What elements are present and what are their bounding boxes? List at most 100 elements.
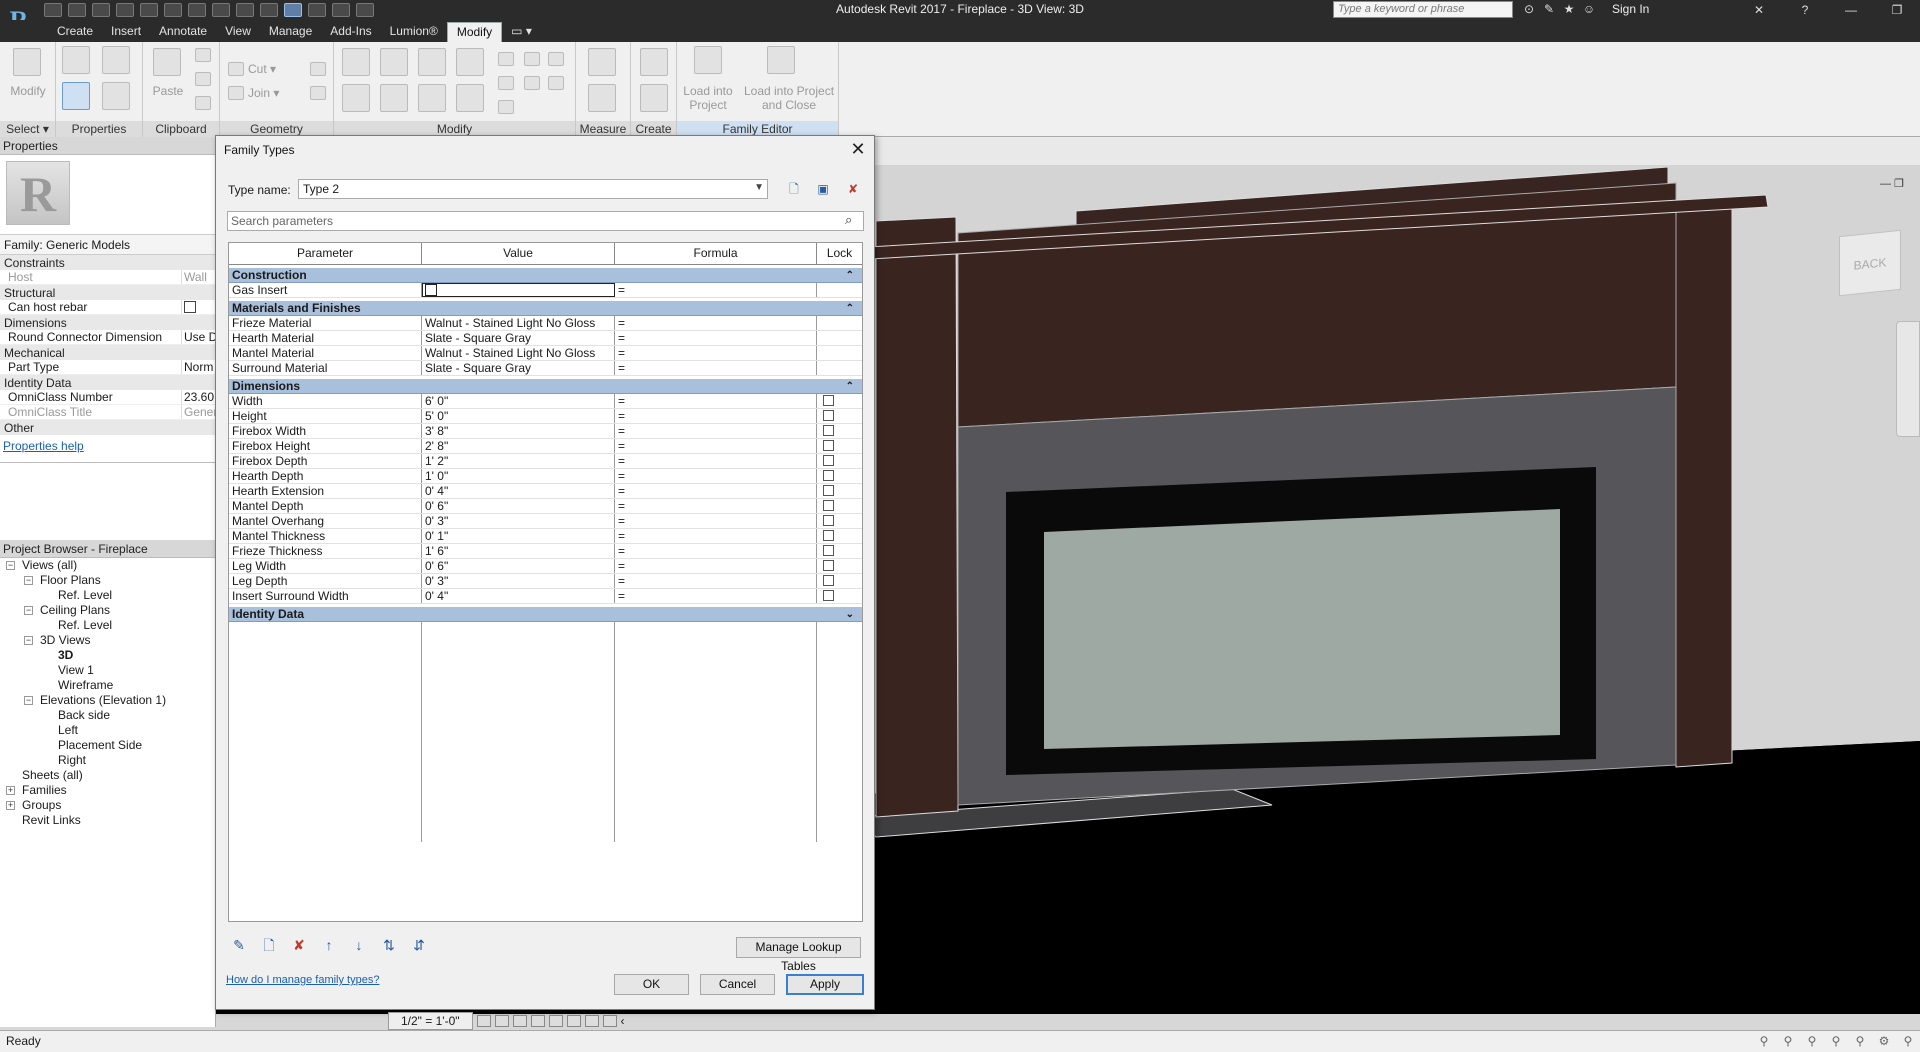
modify-button-label[interactable]: Modify	[0, 84, 56, 98]
browser-item[interactable]: Wireframe	[0, 678, 216, 693]
parameter-value[interactable]: 0' 6"	[422, 499, 615, 513]
prop-group-dimensions[interactable]: Dimensions	[0, 315, 215, 330]
parameter-formula[interactable]: =	[615, 574, 817, 588]
rotate-icon[interactable]	[418, 84, 446, 112]
lock-checkbox[interactable]	[823, 515, 834, 526]
parameter-value[interactable]: 0' 3"	[422, 514, 615, 528]
parameter-group-header[interactable]: Materials and Finishes ⌃	[229, 301, 862, 316]
family-types-icon[interactable]	[62, 46, 90, 74]
parameter-value[interactable]: 3' 8"	[422, 424, 615, 438]
family-category-icon[interactable]	[102, 46, 130, 74]
apply-button[interactable]: Apply	[786, 974, 864, 995]
background-processes-icon[interactable]: ⚙	[1876, 1034, 1892, 1048]
prop-value[interactable]: Norm	[182, 360, 215, 374]
search-parameters-input[interactable]: Search parameters ⌕	[227, 211, 864, 231]
prop-group-identity[interactable]: Identity Data	[0, 375, 215, 390]
offset-icon[interactable]	[380, 48, 408, 76]
collapse-icon[interactable]: −	[24, 606, 33, 615]
tab-annotate[interactable]: Annotate	[150, 22, 216, 42]
lock-checkbox[interactable]	[823, 425, 834, 436]
modify-cursor-icon[interactable]	[13, 48, 41, 76]
parameter-formula[interactable]: =	[615, 424, 817, 438]
type-properties-icon[interactable]	[102, 82, 130, 110]
prop-value[interactable]: 23.60.	[182, 390, 215, 404]
manage-lookup-tables-button[interactable]: Manage Lookup Tables	[736, 937, 861, 973]
browser-item[interactable]: Sheets (all)	[0, 768, 216, 783]
dimension-icon[interactable]	[588, 84, 616, 112]
load-into-project-close-label[interactable]: Load into Project and Close	[739, 84, 839, 112]
browser-item[interactable]: Right	[0, 753, 216, 768]
visual-style-icon[interactable]	[494, 1015, 509, 1027]
show-crop-region-icon[interactable]	[566, 1015, 581, 1027]
drag-elements-icon[interactable]: ⚲	[1852, 1034, 1868, 1048]
lock-checkbox[interactable]	[823, 470, 834, 481]
parameter-group-header[interactable]: Identity Data ⌄	[229, 607, 862, 622]
prop-group-mechanical[interactable]: Mechanical	[0, 345, 215, 360]
parameter-formula[interactable]: =	[615, 589, 817, 603]
parameter-formula[interactable]: =	[615, 559, 817, 573]
properties-help-link[interactable]: Properties help	[0, 435, 215, 463]
viewcube[interactable]: BACK	[1839, 229, 1901, 297]
delete-type-icon[interactable]: ✘	[843, 180, 863, 198]
pin-icon[interactable]	[524, 52, 540, 66]
parameter-formula[interactable]: =	[615, 484, 817, 498]
lock-checkbox[interactable]	[823, 530, 834, 541]
paste-label[interactable]: Paste	[143, 84, 193, 98]
subscription-icon[interactable]: ✎	[1542, 2, 1556, 16]
align-icon[interactable]	[342, 48, 370, 76]
rename-type-icon[interactable]: ▣	[813, 180, 833, 198]
lock-checkbox[interactable]	[823, 560, 834, 571]
parameter-value[interactable]: 1' 2"	[422, 454, 615, 468]
type-name-dropdown[interactable]: Type 2 ▼	[298, 179, 768, 199]
select-links-icon[interactable]: ⚲	[1756, 1034, 1772, 1048]
shadows-icon[interactable]	[530, 1015, 545, 1027]
parameter-formula[interactable]: =	[615, 409, 817, 423]
expand-icon[interactable]: +	[6, 786, 15, 795]
scale-icon[interactable]	[498, 100, 514, 114]
parameter-group-header[interactable]: Construction ⌃	[229, 268, 862, 283]
delete-icon[interactable]	[548, 52, 564, 66]
parameter-value[interactable]: 1' 6"	[422, 544, 615, 558]
split-face-icon[interactable]	[310, 86, 326, 100]
select-by-face-icon[interactable]: ⚲	[1828, 1034, 1844, 1048]
parameter-formula[interactable]: =	[615, 316, 817, 330]
copy-element-icon[interactable]	[380, 84, 408, 112]
collapse-arrow-icon[interactable]: ‹	[621, 1014, 625, 1028]
collapse-chevron-icon[interactable]: ⌄	[846, 607, 854, 622]
binoculars-icon[interactable]: ⊙	[1522, 2, 1536, 16]
help-search-input[interactable]: Type a keyword or phrase	[1333, 1, 1513, 18]
create-group-icon[interactable]	[640, 48, 668, 76]
browser-item[interactable]: Ref. Level	[0, 618, 216, 633]
mirror-draw-icon[interactable]	[456, 48, 484, 76]
browser-item[interactable]: − Views (all)	[0, 558, 216, 573]
load-into-project-close-icon[interactable]	[767, 46, 795, 74]
parameter-formula[interactable]: =	[615, 544, 817, 558]
parameter-formula[interactable]: =	[615, 529, 817, 543]
edit-parameter-icon[interactable]: ✎	[230, 936, 248, 954]
browser-item[interactable]: Revit Links	[0, 813, 216, 828]
unpin-icon[interactable]	[524, 76, 540, 90]
parameter-formula[interactable]: =	[615, 439, 817, 453]
load-into-project-label[interactable]: Load into Project	[677, 84, 739, 112]
mirror-axis-icon[interactable]	[418, 48, 446, 76]
can-host-rebar-checkbox[interactable]	[184, 301, 196, 313]
wall-joins-icon[interactable]	[310, 62, 326, 76]
exchange-apps-icon[interactable]: ✕	[1736, 0, 1782, 20]
tab-create[interactable]: Create	[48, 22, 102, 42]
move-up-icon[interactable]: ↑	[320, 936, 338, 954]
browser-item[interactable]: View 1	[0, 663, 216, 678]
column-header-lock[interactable]: Lock	[817, 243, 862, 264]
browser-item[interactable]: Ref. Level	[0, 588, 216, 603]
trim-corner-icon[interactable]	[548, 76, 564, 90]
view-window-controls[interactable]: — ❐	[1880, 177, 1904, 190]
parameter-formula[interactable]: =	[615, 454, 817, 468]
parameter-formula[interactable]: =	[615, 361, 817, 375]
prop-group-structural[interactable]: Structural	[0, 285, 215, 300]
parameter-formula[interactable]: =	[615, 394, 817, 408]
browser-item[interactable]: Left	[0, 723, 216, 738]
tab-view[interactable]: View	[216, 22, 260, 42]
browser-item[interactable]: + Families	[0, 783, 216, 798]
collapse-chevron-icon[interactable]: ⌃	[846, 301, 854, 316]
parameter-formula[interactable]: =	[615, 469, 817, 483]
collapse-chevron-icon[interactable]: ⌃	[846, 379, 854, 394]
